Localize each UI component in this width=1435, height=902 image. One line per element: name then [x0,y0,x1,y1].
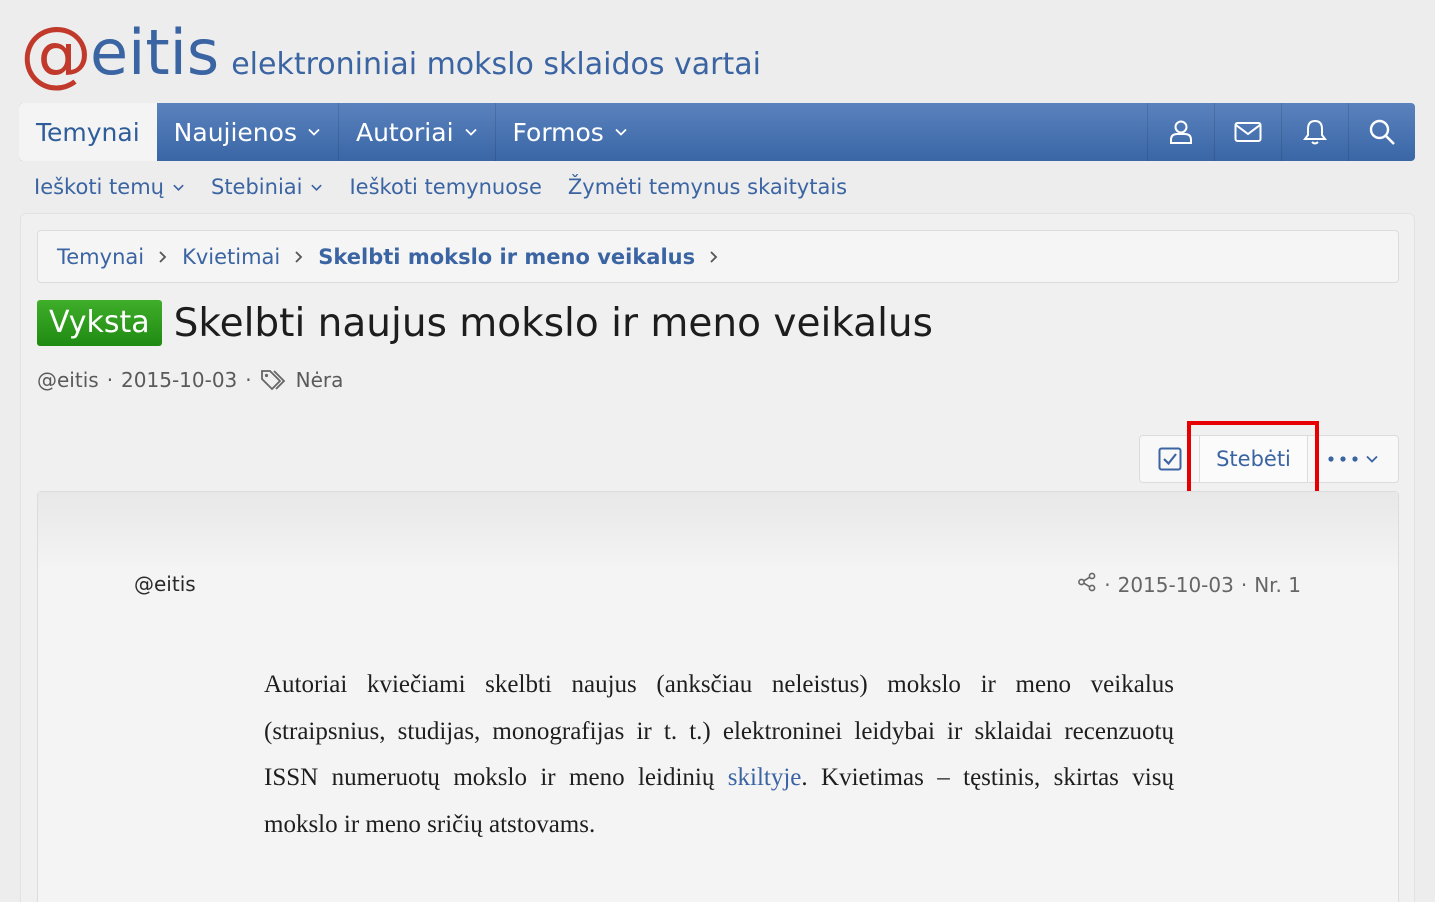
subnav-label: Ieškoti temynuose [349,175,542,199]
site-tagline: elektroniniai mokslo sklaidos vartai [231,47,761,82]
post-meta: · 2015-10-03 · Nr. 1 [1077,572,1301,597]
post-body-link[interactable]: skiltyje [728,764,802,791]
thread-actions: Stebėti [1139,435,1399,483]
bell-icon [1303,119,1327,145]
user-icon [1170,120,1192,144]
logo-name: eitis [90,16,220,89]
chevron-down-icon [311,184,323,191]
post-body: Autoriai kviečiami skelbti naujus (anksč… [264,662,1174,848]
ellipsis-icon [1328,456,1358,462]
site-logo[interactable]: @ eitis elektroniniai mokslo sklaidos va… [20,12,761,90]
subnav-label: Stebiniai [210,175,303,199]
breadcrumb: Temynai Kvietimai Skelbti mokslo ir meno… [37,230,1399,283]
inbox-button[interactable] [1214,103,1281,161]
status-badge: Vyksta [37,300,162,346]
thread-meta: @eitis · 2015-10-03 · Nėra [37,368,343,392]
chevron-right-icon [294,250,304,264]
breadcrumb-item[interactable]: Temynai [57,245,144,269]
checkbox-icon [1158,447,1181,471]
tab-label: Temynai [36,117,140,147]
subnav-label: Ieškoti temų [34,175,164,199]
subnav-search-forums[interactable]: Ieškoti temynuose [349,175,541,199]
subnav-search-threads[interactable]: Ieškoti temų [34,175,185,199]
sub-navigation: Ieškoti temų Stebiniai Ieškoti temynuose… [34,170,847,204]
separator-dot: · [245,368,252,392]
main-navbar: Temynai Naujienos Autoriai Formos [19,103,1415,161]
post-header-shade [38,492,1398,572]
tab-formos[interactable]: Formos [496,103,645,161]
watch-button[interactable]: Stebėti [1200,436,1308,482]
post-author[interactable]: @eitis [134,572,196,596]
share-icon[interactable] [1077,572,1097,597]
separator-dot: · [106,368,114,392]
breadcrumb-item[interactable]: Kvietimai [182,245,280,269]
chevron-down-icon [173,184,184,191]
post-date[interactable]: 2015-10-03 [1118,573,1234,597]
chevron-down-icon [1366,455,1378,463]
page-title: Skelbti naujus mokslo ir meno veikalus [173,300,933,346]
account-button[interactable] [1147,103,1214,161]
subnav-mark-read[interactable]: Žymėti temynus skaitytais [568,175,847,199]
post: @eitis · 2015-10-03 · Nr. 1 Autoriai kvi… [37,491,1399,902]
separator-dot: · [1240,572,1248,597]
mail-icon [1234,122,1262,142]
tab-temynai[interactable]: Temynai [19,103,157,161]
post-number[interactable]: Nr. 1 [1254,573,1301,597]
thread-title-row: Vyksta Skelbti naujus mokslo ir meno vei… [37,300,933,346]
logo-at-sign: @ [20,11,92,95]
chevron-down-icon [615,128,627,136]
subnav-watched[interactable]: Stebiniai [211,175,324,199]
tab-label: Autoriai [355,117,454,147]
breadcrumb-item-current[interactable]: Skelbti mokslo ir meno veikalus [318,245,695,269]
thread-tags: Nėra [295,368,344,392]
subnav-label: Žymėti temynus skaitytais [567,175,848,199]
thread-date[interactable]: 2015-10-03 [121,368,237,392]
tab-autoriai[interactable]: Autoriai [339,103,496,161]
select-checkbox[interactable] [1140,436,1200,482]
chevron-down-icon [464,128,477,136]
separator-dot: · [1104,572,1111,597]
tab-label: Naujienos [173,117,297,147]
tab-label: Formos [512,117,604,147]
thread-author[interactable]: @eitis [37,368,99,392]
tab-naujienos[interactable]: Naujienos [157,103,339,161]
more-options-button[interactable] [1308,436,1398,482]
tag-icon [260,368,290,392]
chevron-down-icon [308,128,320,136]
search-button[interactable] [1348,103,1415,161]
chevron-right-icon [709,250,719,264]
chevron-right-icon [158,250,168,264]
search-icon [1369,119,1395,145]
alerts-button[interactable] [1281,103,1348,161]
